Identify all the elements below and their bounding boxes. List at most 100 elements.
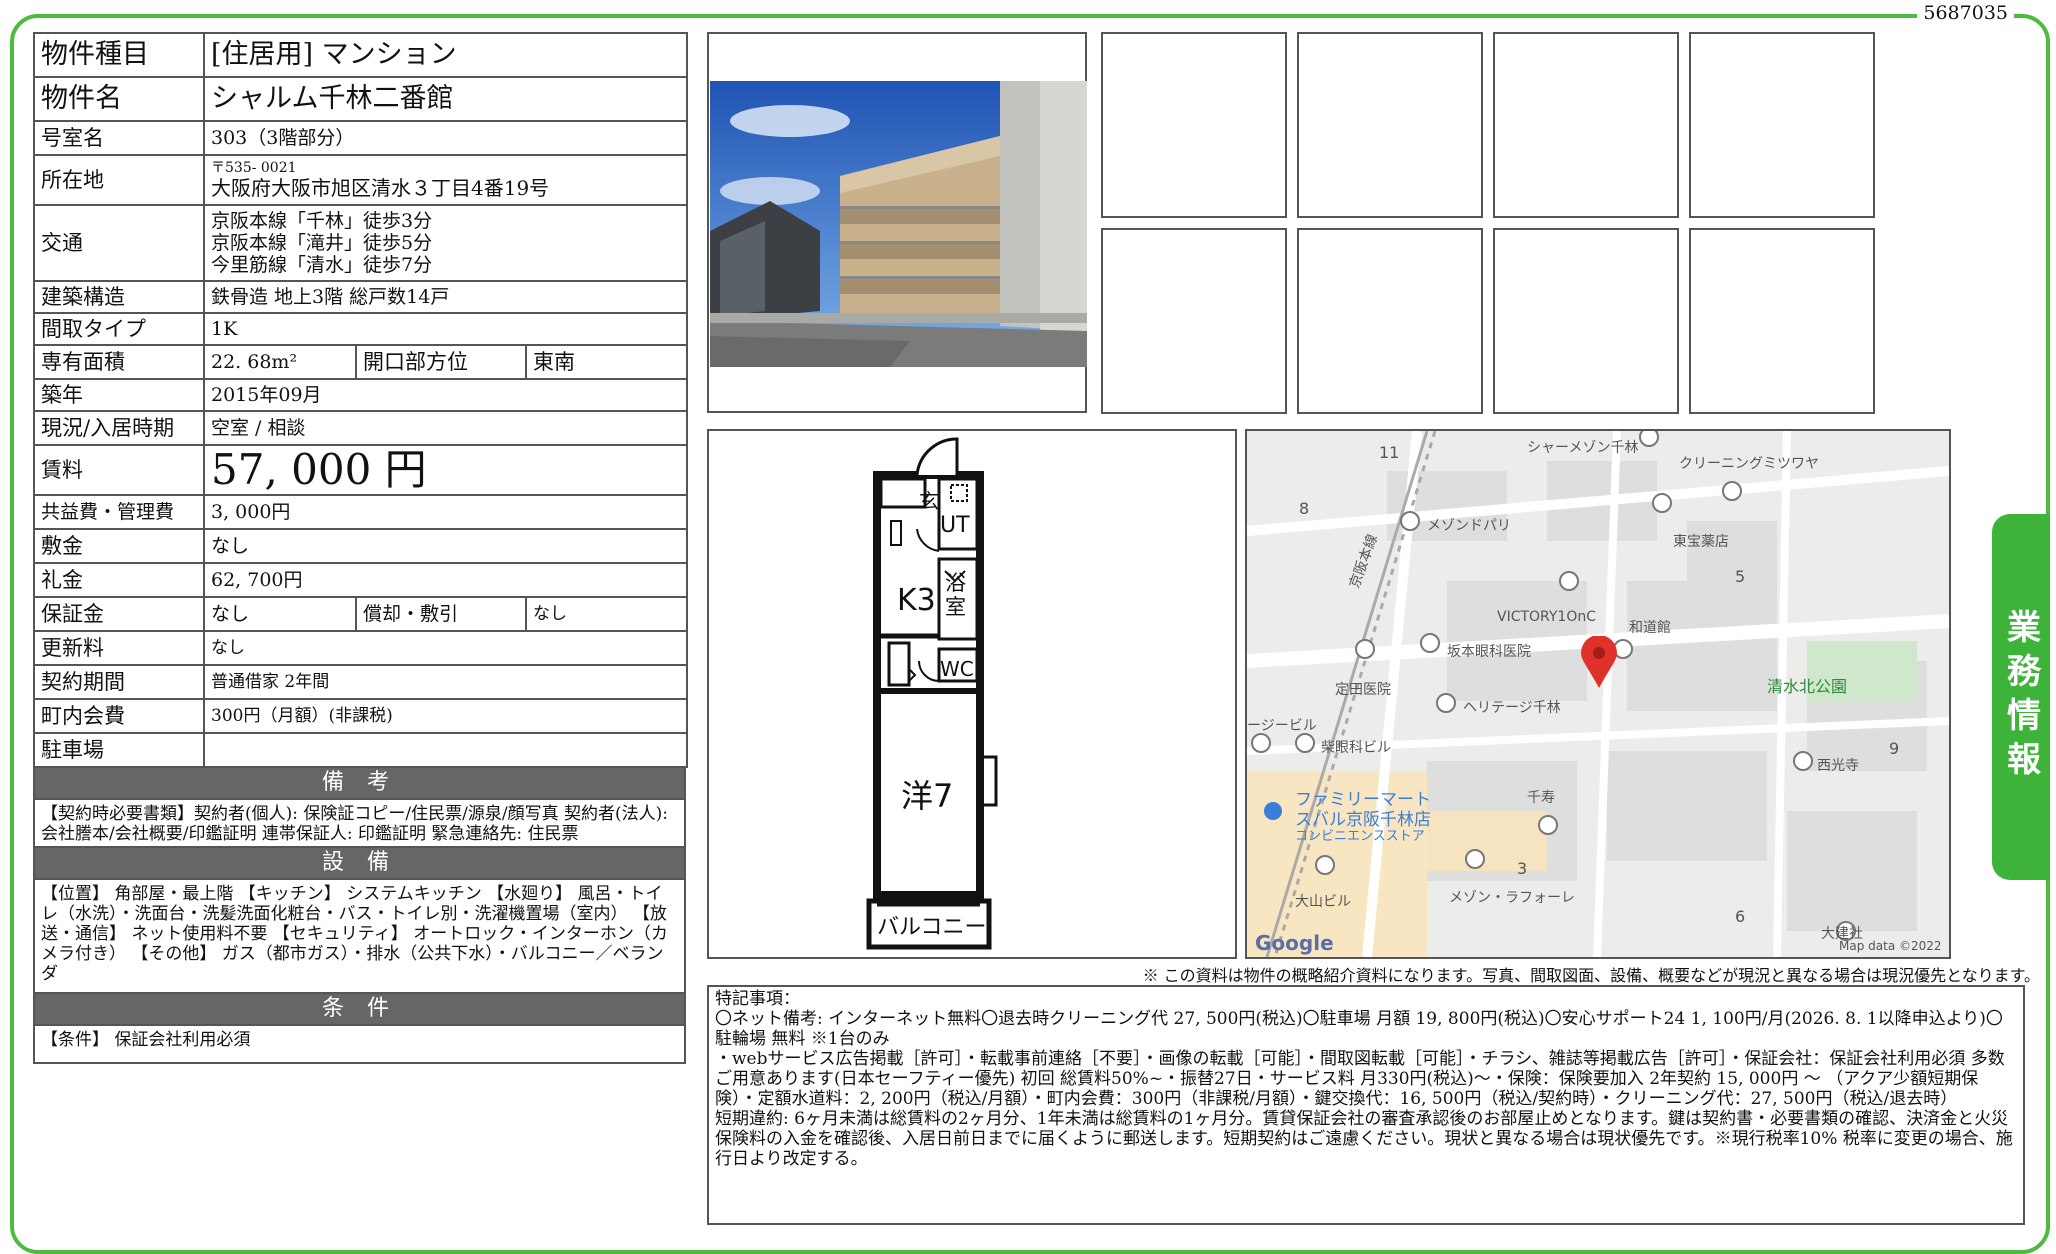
photo-slot[interactable]	[1101, 228, 1287, 414]
row-name: 物件名 シャルム千林二番館	[33, 76, 689, 122]
label-type: 物件種目	[33, 32, 205, 78]
remarks-line: 〇ネット備考: インターネット無料〇退去時クリーニング代 27, 500円(税込…	[715, 1009, 2003, 1049]
label-ut: UT	[940, 513, 970, 538]
label-built: 築年	[33, 378, 205, 412]
label-contract: 契約期間	[33, 664, 205, 700]
map-label: 西光寺	[1817, 758, 1859, 774]
value-status: 空室 / 相談	[202, 410, 689, 446]
transport-line: 京阪本線「千林」徒歩3分	[211, 210, 433, 232]
value-structure: 鉄骨造 地上3階 総戸数14戸	[202, 280, 689, 314]
map-label: コンビニエンスストア	[1295, 829, 1425, 844]
row-town-fee: 町内会費 300円（月額）(非課税)	[33, 698, 689, 734]
value-address: 〒535- 0021 大阪府大阪市旭区清水３丁目4番19号	[202, 154, 689, 206]
remarks-title: 特記事項：	[715, 989, 800, 1009]
map-label: 千寿	[1527, 790, 1555, 806]
label-bath: 浴室	[945, 571, 966, 619]
row-common: 共益費・管理費 3, 000円	[33, 494, 689, 530]
biko-heading: 備 考	[33, 768, 686, 800]
floor-plan[interactable]: 玄 UT K3 浴室 WC 洋7 バルコニー	[707, 429, 1237, 959]
map-label: メゾン・ラフォーレ	[1449, 890, 1575, 906]
property-table: 物件種目 [住居用] マンション 物件名 シャルム千林二番館 号室名 303（3…	[33, 32, 689, 768]
photo-slot[interactable]	[1101, 32, 1287, 218]
map-label: シャーメゾン千林	[1527, 440, 1639, 456]
transport-line: 今里筋線「清水」徒歩7分	[211, 254, 433, 276]
map-label: 坂本眼科医院	[1447, 644, 1531, 660]
document-id: 5687035	[1917, 2, 2014, 24]
value-renewal: なし	[202, 630, 689, 666]
value-common: 3, 000円	[202, 494, 689, 530]
photo-slot[interactable]	[1689, 32, 1875, 218]
label-parking: 駐車場	[33, 732, 205, 768]
location-map[interactable]: シャーメゾン千林 クリーニングミツワヤ メゾンドパリ 東宝薬店 VICTORY1…	[1245, 429, 1951, 959]
joken-text: 【条件】 保証会社利用必須	[33, 1026, 686, 1064]
property-info: 物件種目 [住居用] マンション 物件名 シャルム千林二番館 号室名 303（3…	[33, 32, 689, 1064]
google-logo: Google	[1255, 931, 1334, 955]
label-structure: 建築構造	[33, 280, 205, 314]
label-kitchen: K3	[897, 583, 936, 618]
value-orientation: 東南	[524, 344, 689, 380]
joken-heading: 条 件	[33, 994, 686, 1026]
map-label: 清水北公園	[1767, 677, 1848, 696]
value-rent: 57, 000 円	[202, 444, 689, 496]
special-remarks: 特記事項： 〇ネット備考: インターネット無料〇退去時クリーニング代 27, 5…	[707, 985, 2025, 1225]
row-room: 号室名 303（3階部分）	[33, 120, 689, 156]
row-renewal: 更新料 なし	[33, 630, 689, 666]
photo-slot[interactable]	[1493, 228, 1679, 414]
label-renewal: 更新料	[33, 630, 205, 666]
row-transport: 交通 京阪本線「千林」徒歩3分 京阪本線「滝井」徒歩5分 今里筋線「清水」徒歩7…	[33, 204, 689, 282]
map-label: VICTORY1OnC	[1497, 609, 1597, 625]
zip-code: 〒535- 0021	[211, 160, 297, 176]
label-town-fee: 町内会費	[33, 698, 205, 734]
row-layout: 間取タイプ 1K	[33, 312, 689, 346]
label-room: 号室名	[33, 120, 205, 156]
value-contract: 普通借家 2年間	[202, 664, 689, 700]
value-guarantee: なし	[203, 596, 357, 632]
map-attribution: Map data ©2022	[1839, 939, 1942, 953]
value-room: 303（3階部分）	[202, 120, 689, 156]
label-rent: 賃料	[33, 444, 205, 496]
row-contract: 契約期間 普通借家 2年間	[33, 664, 689, 700]
label-western-room: 洋7	[901, 777, 954, 815]
row-key-money: 礼金 62, 700円	[33, 562, 689, 598]
row-address: 所在地 〒535- 0021 大阪府大阪市旭区清水３丁目4番19号	[33, 154, 689, 206]
map-number: 3	[1517, 859, 1528, 878]
value-built: 2015年09月	[202, 378, 689, 412]
remarks-line: 短期違約: 6ヶ月未満は総賃料の2ヶ月分、1年未満は総賃料の1ヶ月分。賃貸保証会…	[715, 1109, 2013, 1169]
row-deposit: 敷金 なし	[33, 528, 689, 564]
map-label: クリーニングミツワヤ	[1679, 456, 1819, 472]
label-amortization: 償却・敷引	[355, 596, 527, 632]
disclaimer: ※ この資料は物件の概略紹介資料になります。写真、間取図面、設備、概要などが現況…	[1142, 966, 2040, 985]
map-label: メゾンドパリ	[1427, 518, 1511, 534]
label-common: 共益費・管理費	[33, 494, 205, 530]
value-transport: 京阪本線「千林」徒歩3分 京阪本線「滝井」徒歩5分 今里筋線「清水」徒歩7分	[202, 204, 689, 282]
business-info-tab[interactable]: 業務情報	[1992, 514, 2050, 880]
building-photo[interactable]	[707, 32, 1087, 413]
photo-slot[interactable]	[1689, 228, 1875, 414]
row-guarantee: 保証金 なし 償却・敷引 なし	[33, 596, 689, 632]
value-amortization: なし	[524, 596, 689, 632]
value-deposit: なし	[202, 528, 689, 564]
row-built: 築年 2015年09月	[33, 378, 689, 412]
biko-text: 【契約時必要書類】契約者(個人): 保険証コピー/住民票/源泉/顔写真 契約者(…	[33, 800, 686, 848]
photo-slot[interactable]	[1297, 32, 1483, 218]
value-type: [住居用] マンション	[202, 32, 689, 78]
map-label: 東宝薬店	[1673, 534, 1729, 550]
label-balcony: バルコニー	[877, 915, 987, 940]
map-number: 8	[1299, 499, 1310, 518]
row-structure: 建築構造 鉄骨造 地上3階 総戸数14戸	[33, 280, 689, 314]
map-label: 柴眼科ビル	[1321, 740, 1391, 756]
label-layout: 間取タイプ	[33, 312, 205, 346]
map-label: 和道館	[1629, 620, 1671, 636]
map-number: 5	[1735, 567, 1746, 586]
value-town-fee: 300円（月額）(非課税)	[202, 698, 689, 734]
value-key-money: 62, 700円	[202, 562, 689, 598]
map-number: 11	[1379, 443, 1400, 462]
photo-slot[interactable]	[1493, 32, 1679, 218]
label-wc: WC	[940, 657, 974, 681]
label-name: 物件名	[33, 76, 205, 122]
map-number: 9	[1889, 739, 1900, 758]
remarks-line: ・webサービス広告掲載［許可］・転載事前連絡［不要］・画像の転載［可能］・間取…	[715, 1049, 2005, 1109]
photo-slot[interactable]	[1297, 228, 1483, 414]
building-image	[710, 81, 1087, 367]
label-orientation: 開口部方位	[355, 344, 527, 380]
